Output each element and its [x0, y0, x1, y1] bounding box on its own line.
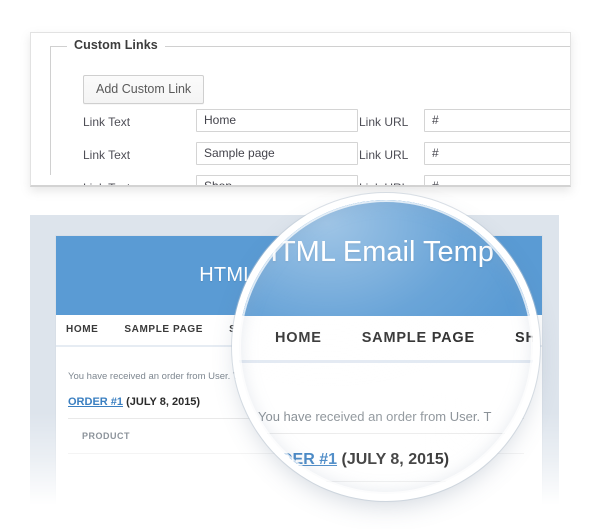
link-url-label: Link URL	[359, 181, 408, 185]
nav-item-home[interactable]: HOME	[66, 324, 98, 335]
order-link[interactable]: ORDER #1	[68, 396, 123, 408]
magnified-nav-item-sample-page[interactable]: SAMPLE PAGE	[362, 330, 475, 346]
custom-link-row: Link Text Link URL	[51, 109, 570, 136]
screenshot-stage: Custom Links Add Custom Link Link Text L…	[0, 0, 600, 529]
magnified-order-link[interactable]: ORDER #1	[257, 451, 337, 468]
custom-links-panel: Custom Links Add Custom Link Link Text L…	[30, 32, 571, 187]
magnified-body-line: You have received an order from User. T	[258, 409, 492, 424]
link-url-label: Link URL	[359, 115, 409, 129]
magnifier-content: HTML Email Temp HOME SAMPLE PAGE SHOP Yo…	[239, 200, 533, 494]
magnified-email-title: HTML Email Temp	[257, 236, 494, 268]
link-url-input[interactable]	[424, 109, 570, 132]
magnified-order-divider	[239, 481, 533, 482]
link-url-label: Link URL	[359, 148, 409, 162]
custom-link-row: Link Text Link URL	[51, 142, 570, 169]
add-custom-link-button[interactable]: Add Custom Link	[83, 75, 205, 104]
link-text-input[interactable]	[196, 142, 358, 165]
magnified-email-nav: HOME SAMPLE PAGE SHOP	[239, 316, 533, 363]
custom-links-fieldset: Custom Links Add Custom Link Link Text L…	[50, 38, 570, 185]
order-date: (JULY 8, 2015)	[126, 396, 201, 408]
link-text-input[interactable]	[196, 175, 358, 185]
magnified-email-body: You have received an order from User. T …	[239, 363, 533, 494]
magnified-order-date: (JULY 8, 2015)	[341, 451, 450, 468]
link-text-label: Link Text	[83, 181, 130, 185]
custom-links-legend: Custom Links	[67, 38, 165, 52]
nav-item-sample-page[interactable]: SAMPLE PAGE	[124, 324, 203, 335]
magnified-order-heading: ORDER #1 (JULY 8, 2015)	[257, 451, 449, 469]
custom-link-row: Link Text Link URL	[51, 175, 570, 185]
magnifier-lens: HTML Email Temp HOME SAMPLE PAGE SHOP Yo…	[239, 200, 533, 494]
custom-links-rows: Link Text Link URL Link Text Link URL Li…	[51, 109, 570, 185]
link-url-input[interactable]	[424, 175, 570, 185]
link-text-input[interactable]	[196, 109, 358, 132]
link-text-label: Link Text	[83, 148, 131, 162]
magnified-nav-item-shop[interactable]: SHOP	[515, 330, 533, 346]
link-url-input[interactable]	[424, 142, 570, 165]
magnified-body-divider	[239, 433, 533, 434]
link-text-label: Link Text	[83, 115, 131, 129]
magnified-email-header: HTML Email Temp	[239, 200, 533, 316]
magnified-nav-item-home[interactable]: HOME	[275, 330, 322, 346]
